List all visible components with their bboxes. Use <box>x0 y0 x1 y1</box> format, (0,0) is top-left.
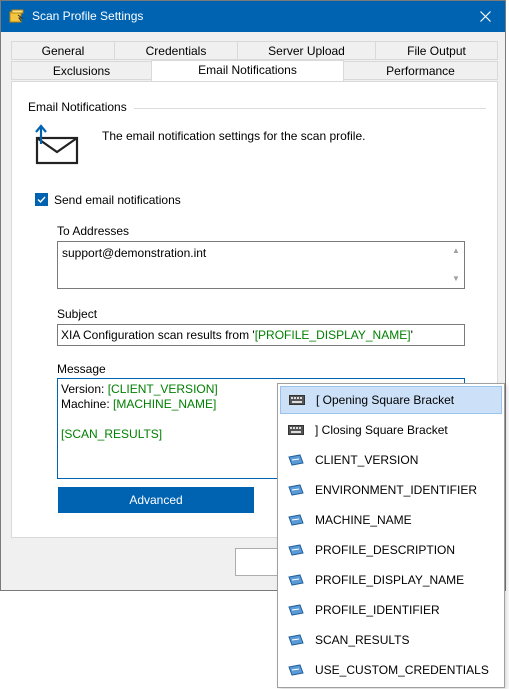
menu-item[interactable]: PROFILE_IDENTIFIER <box>280 596 502 624</box>
keyboard-icon <box>289 394 305 406</box>
subject-field[interactable]: XIA Configuration scan results from '[PR… <box>57 324 465 346</box>
message-line-2: Machine: [MACHINE_NAME] <box>61 397 218 412</box>
message-line-1: Version: [CLIENT_VERSION] <box>61 382 218 397</box>
variable-icon <box>288 514 304 526</box>
menu-item[interactable]: [ Opening Square Bracket <box>280 386 502 414</box>
menu-item-label: USE_CUSTOM_CREDENTIALS <box>315 663 489 677</box>
group-description: The email notification settings for the … <box>102 129 366 143</box>
variable-icon <box>288 574 304 586</box>
variable-icon <box>288 454 304 466</box>
insert-token-menu: [ Opening Square Bracket ] Closing Square… <box>277 383 505 688</box>
title-bar[interactable]: Scan Profile Settings <box>1 1 505 32</box>
subject-value: XIA Configuration scan results from '[PR… <box>61 328 413 342</box>
variable-icon <box>288 484 304 496</box>
message-label: Message <box>57 362 106 376</box>
subject-prefix: XIA Configuration scan results from ' <box>61 328 255 342</box>
close-button[interactable] <box>465 1 505 32</box>
variable-icon <box>288 544 304 556</box>
to-addresses-field[interactable]: support@demonstration.int ▲ ▼ <box>57 241 465 289</box>
menu-item[interactable]: PROFILE_DISPLAY_NAME <box>280 566 502 594</box>
scroll-down-icon[interactable]: ▼ <box>450 274 462 284</box>
menu-item[interactable]: USE_CUSTOM_CREDENTIALS <box>280 656 502 684</box>
variable-icon <box>288 604 304 616</box>
tab-server-upload[interactable]: Server Upload <box>237 41 376 60</box>
menu-item-label: [ Opening Square Bracket <box>316 393 455 407</box>
menu-item-label: SCAN_RESULTS <box>315 633 410 647</box>
menu-item-label: MACHINE_NAME <box>315 513 412 527</box>
scroll-up-icon[interactable]: ▲ <box>450 246 462 256</box>
menu-item[interactable]: ENVIRONMENT_IDENTIFIER <box>280 476 502 504</box>
message-line1-token: [CLIENT_VERSION] <box>107 382 218 396</box>
keyboard-icon <box>288 424 304 436</box>
message-line-3 <box>61 412 218 427</box>
variable-icon <box>288 664 304 676</box>
email-send-icon <box>35 124 79 165</box>
app-icon <box>9 9 24 23</box>
tab-email-notifications[interactable]: Email Notifications <box>151 60 344 81</box>
menu-item[interactable]: CLIENT_VERSION <box>280 446 502 474</box>
to-addresses-value: support@demonstration.int <box>62 246 207 260</box>
message-line2-token: [MACHINE_NAME] <box>113 397 217 411</box>
variable-icon <box>288 634 304 646</box>
message-text: Version: [CLIENT_VERSION] Machine: [MACH… <box>61 382 218 442</box>
message-line2-prefix: Machine: <box>61 397 114 411</box>
group-label: Email Notifications <box>28 100 127 114</box>
menu-item[interactable]: SCAN_RESULTS <box>280 626 502 654</box>
window-title: Scan Profile Settings <box>32 9 144 23</box>
subject-suffix: ' <box>410 328 413 342</box>
menu-item-label: PROFILE_DISPLAY_NAME <box>315 573 465 587</box>
checkmark-icon <box>37 196 46 204</box>
menu-item-label: PROFILE_IDENTIFIER <box>315 603 440 617</box>
message-line-4: [SCAN_RESULTS] <box>61 427 218 442</box>
subject-label: Subject <box>57 307 98 321</box>
send-email-label[interactable]: Send email notifications <box>54 193 181 207</box>
message-line1-prefix: Version: <box>61 382 108 396</box>
menu-item[interactable]: PROFILE_DESCRIPTION <box>280 536 502 564</box>
send-email-checkbox[interactable] <box>35 193 48 206</box>
advanced-button[interactable]: Advanced <box>58 487 254 513</box>
subject-token: [PROFILE_DISPLAY_NAME] <box>254 328 411 342</box>
menu-item-label: PROFILE_DESCRIPTION <box>315 543 456 557</box>
tab-credentials[interactable]: Credentials <box>114 41 238 60</box>
tab-performance[interactable]: Performance <box>343 61 498 80</box>
group-divider <box>134 108 486 109</box>
menu-item-label: ] Closing Square Bracket <box>315 423 448 437</box>
close-icon <box>479 11 491 22</box>
message-line4-token: [SCAN_RESULTS] <box>61 427 163 441</box>
menu-item[interactable]: MACHINE_NAME <box>280 506 502 534</box>
to-addresses-label: To Addresses <box>57 224 130 238</box>
tab-file-output[interactable]: File Output <box>375 41 498 60</box>
menu-item-label: ENVIRONMENT_IDENTIFIER <box>315 483 478 497</box>
tab-exclusions[interactable]: Exclusions <box>11 61 152 80</box>
menu-item[interactable]: ] Closing Square Bracket <box>280 416 502 444</box>
menu-item-label: CLIENT_VERSION <box>315 453 419 467</box>
tab-general[interactable]: General <box>11 41 115 60</box>
